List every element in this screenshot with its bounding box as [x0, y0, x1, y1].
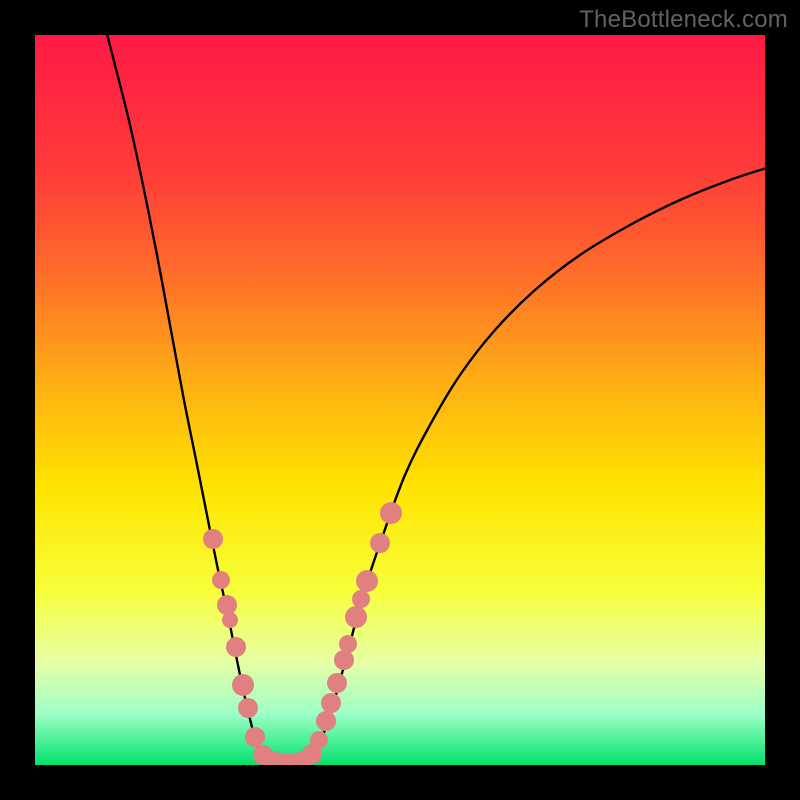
marker-dot [238, 698, 258, 718]
plot-area [35, 35, 765, 765]
marker-dot [245, 727, 265, 747]
curve-layer [35, 35, 765, 765]
marker-dot [310, 731, 328, 749]
marker-dot [203, 529, 223, 549]
marker-dot [339, 635, 357, 653]
marker-dot [327, 673, 347, 693]
marker-dot [345, 606, 367, 628]
marker-dot [217, 595, 237, 615]
watermark-text: TheBottleneck.com [579, 6, 788, 34]
marker-dot [370, 533, 390, 553]
marker-dot [380, 502, 402, 524]
marker-dot [316, 711, 336, 731]
marker-dot [232, 674, 254, 696]
marker-dot [222, 612, 238, 628]
marker-dot [356, 570, 378, 592]
marker-dot [334, 650, 354, 670]
chart-outer-frame: TheBottleneck.com [0, 0, 800, 800]
bottleneck-curve [102, 35, 765, 764]
marker-dot [321, 693, 341, 713]
marker-dot [212, 571, 230, 589]
marker-dot [352, 590, 370, 608]
marker-dot [226, 637, 246, 657]
